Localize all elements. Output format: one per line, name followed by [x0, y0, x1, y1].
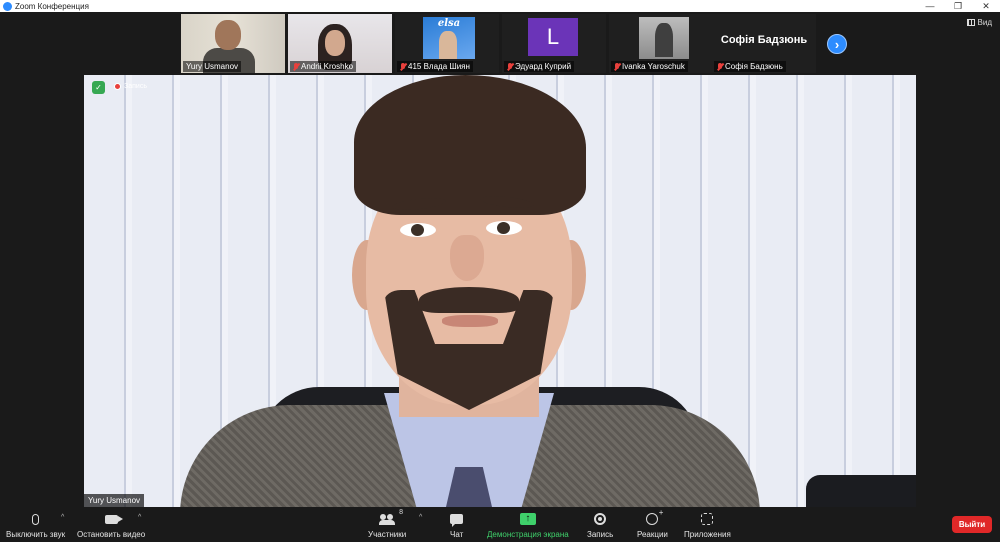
- meeting-toolbar: Выключить звук ^ Остановить видео ^ 8 Уч…: [0, 507, 1000, 542]
- participant-name-label: Yury Usmanov: [183, 61, 242, 72]
- person-mouth: [442, 315, 498, 327]
- chat-icon: [450, 514, 464, 527]
- participant-tile[interactable]: L Эдуард Куприй: [502, 14, 606, 73]
- chair-armrest: [806, 475, 916, 507]
- participants-label: Участники: [368, 530, 407, 539]
- record-icon: [594, 513, 607, 525]
- recording-dot-icon: [114, 83, 121, 90]
- microphone-icon: [32, 513, 40, 525]
- apps-icon: [701, 513, 714, 525]
- minimize-button[interactable]: —: [916, 0, 944, 12]
- poster-logo: elsa: [437, 18, 461, 29]
- participants-count: 8: [399, 509, 404, 516]
- participants-button[interactable]: 8 Участники: [368, 509, 407, 539]
- profile-picture: [639, 17, 689, 59]
- record-button[interactable]: Запись: [587, 512, 613, 539]
- close-window-button[interactable]: ✕: [972, 0, 1000, 12]
- profile-picture: elsa: [423, 17, 475, 59]
- record-label: Запись: [587, 530, 614, 539]
- chat-label: Чат: [450, 530, 464, 539]
- reactions-label: Реакции: [637, 530, 668, 539]
- stop-video-label: Остановить видео: [77, 530, 146, 539]
- participant-tile[interactable]: Andrii Kroshko: [288, 14, 392, 73]
- audio-options-chevron-icon[interactable]: ^: [61, 514, 64, 521]
- participants-icon: [379, 513, 396, 525]
- mic-muted-icon: [717, 62, 723, 71]
- participant-tile[interactable]: elsa 415 Влада Шиян: [395, 14, 499, 73]
- restore-button[interactable]: ❐: [944, 0, 972, 12]
- share-screen-button[interactable]: ↑ Демонстрация экрана: [487, 512, 569, 539]
- recording-label: Запись: [124, 83, 147, 90]
- mic-muted-icon: [614, 62, 620, 71]
- participant-tile[interactable]: Ivanka Yaroschuk: [609, 14, 713, 73]
- next-page-button[interactable]: ›: [827, 34, 847, 54]
- participant-tile[interactable]: Софія Бадзюнь Софія Бадзюнь: [712, 14, 816, 73]
- person-eye-left: [400, 223, 436, 237]
- participant-name-label: Ivanka Yaroschuk: [611, 61, 688, 72]
- participant-display-name: Софія Бадзюнь: [720, 34, 808, 46]
- apps-label: Приложения: [684, 530, 731, 539]
- window-controls: — ❐ ✕: [916, 0, 1000, 12]
- person-hair: [354, 75, 586, 215]
- view-label: Вид: [977, 18, 992, 27]
- mic-muted-icon: [400, 62, 406, 71]
- participant-name-label: 415 Влада Шиян: [397, 61, 473, 72]
- chat-button[interactable]: Чат: [450, 512, 463, 539]
- view-button[interactable]: Вид: [966, 18, 992, 27]
- participant-name-label: Andrii Kroshko: [290, 61, 357, 72]
- gallery-view-icon: [966, 19, 975, 26]
- window-title: Zoom Конференция: [15, 1, 89, 11]
- speaker-name-label: Yury Usmanov: [84, 494, 145, 507]
- mute-button[interactable]: Выключить звук: [6, 512, 65, 539]
- title-bar: Zoom Конференция — ❐ ✕: [0, 0, 1000, 12]
- speaker-video: ✓ Запись Yury Usmanov: [84, 75, 916, 507]
- reactions-icon: [646, 508, 663, 525]
- participant-strip: Yury Usmanov Andrii Kroshko elsa 415 Вла…: [0, 12, 1000, 75]
- person-nose: [450, 235, 484, 281]
- participant-name-label: Софія Бадзюнь: [714, 61, 786, 72]
- zoom-app-icon: [3, 1, 12, 11]
- participant-tile[interactable]: Yury Usmanov: [181, 14, 285, 73]
- avatar-letter: L: [528, 18, 578, 56]
- video-options-chevron-icon[interactable]: ^: [138, 514, 141, 521]
- leave-meeting-button[interactable]: Выйти: [952, 516, 992, 533]
- stop-video-button[interactable]: Остановить видео: [77, 512, 145, 539]
- person-moustache: [419, 287, 519, 313]
- apps-button[interactable]: Приложения: [684, 512, 731, 539]
- reactions-button[interactable]: Реакции: [637, 508, 668, 539]
- mic-muted-icon: [293, 62, 299, 71]
- person-figure: [439, 31, 457, 59]
- security-shield-icon[interactable]: ✓: [92, 81, 105, 94]
- share-screen-icon: ↑: [519, 513, 536, 525]
- person-face: [325, 30, 345, 56]
- mute-label: Выключить звук: [6, 530, 66, 539]
- participants-options-chevron-icon[interactable]: ^: [419, 514, 422, 521]
- camera-icon: [104, 514, 123, 524]
- person-eye-right: [486, 221, 522, 235]
- participant-name-label: Эдуард Куприй: [504, 61, 575, 72]
- person-head: [215, 20, 241, 50]
- share-screen-label: Демонстрация экрана: [487, 530, 569, 539]
- recording-indicator[interactable]: Запись: [114, 83, 147, 90]
- person-figure: [655, 23, 673, 57]
- mic-muted-icon: [507, 62, 513, 71]
